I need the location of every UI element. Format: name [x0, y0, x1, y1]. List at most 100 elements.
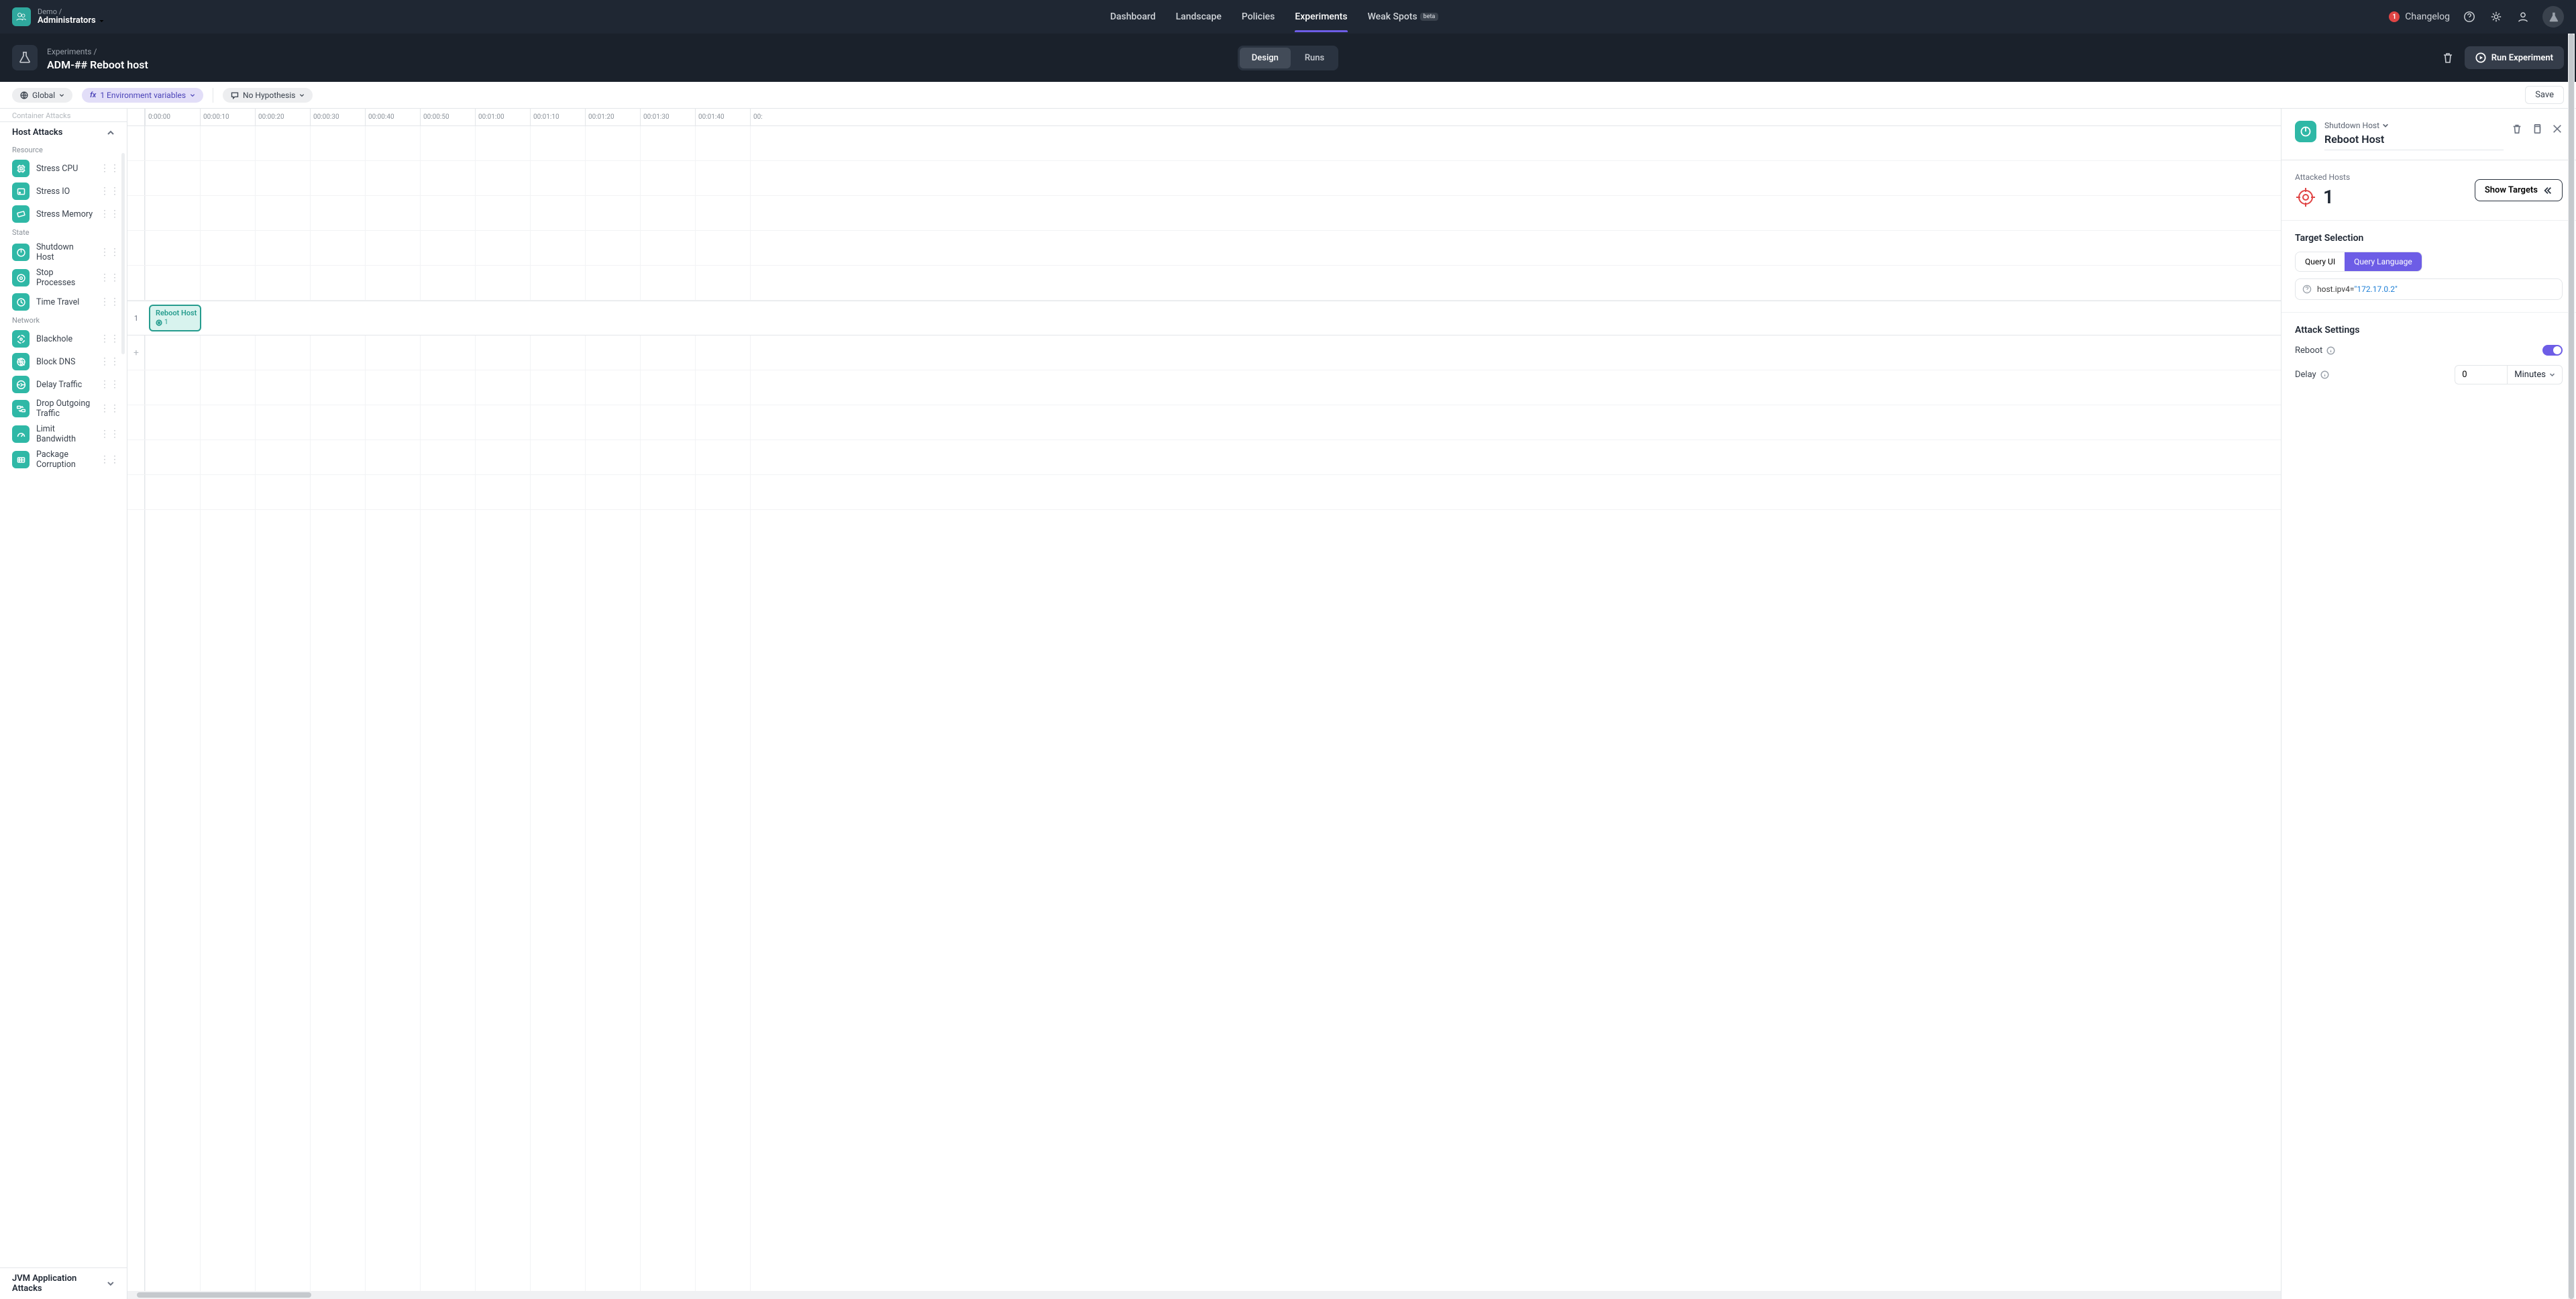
palette-item-label: Stress CPU	[36, 164, 93, 174]
panel-title[interactable]: Reboot Host	[2324, 133, 2504, 150]
nav-experiments[interactable]: Experiments	[1295, 1, 1347, 32]
fx-icon: fx	[90, 91, 96, 99]
section-host-attacks[interactable]: Host Attacks	[0, 121, 127, 143]
nav-dashboard[interactable]: Dashboard	[1110, 1, 1156, 32]
drag-handle-icon[interactable]: ⋮⋮	[100, 333, 120, 344]
copy-icon[interactable]	[2532, 123, 2542, 134]
timeline-tracks[interactable]: 1 + Reboot Host 1	[127, 126, 2281, 1291]
nav-policies[interactable]: Policies	[1242, 1, 1275, 32]
palette-item[interactable]: Block DNS⋮⋮	[0, 350, 127, 373]
drag-handle-icon[interactable]: ⋮⋮	[100, 186, 120, 197]
nav-weak-spots[interactable]: Weak Spotsbeta	[1368, 1, 1439, 32]
org-switcher[interactable]: Demo / Administrators	[12, 7, 160, 26]
ruler-tick: 00:01:00	[475, 109, 504, 125]
ruler-tick: 00:00:20	[255, 109, 284, 125]
corrupt-icon	[12, 451, 30, 468]
experiment-icon	[12, 45, 38, 70]
avatar[interactable]	[2542, 6, 2564, 28]
user-icon	[2517, 11, 2529, 23]
main-area: Container Attacks Host Attacks Resource …	[0, 109, 2576, 1299]
palette-item[interactable]: Stress IO⋮⋮	[0, 180, 127, 203]
profile-button[interactable]	[2516, 9, 2530, 24]
chevron-left-icon	[2543, 186, 2553, 195]
timeline-scrollbar[interactable]	[127, 1291, 2281, 1299]
run-experiment-button[interactable]: Run Experiment	[2465, 46, 2564, 69]
attacked-hosts-count: 1	[2323, 186, 2334, 208]
panel-type-selector[interactable]: Shutdown Host	[2324, 121, 2504, 130]
env-vars-chip[interactable]: fx 1 Environment variables	[82, 88, 203, 103]
palette-item[interactable]: Stop Processes⋮⋮	[0, 265, 127, 291]
palette-item[interactable]: Stress CPU ⋮⋮	[0, 157, 127, 180]
drag-handle-icon[interactable]: ⋮⋮	[100, 163, 120, 174]
tab-query-language[interactable]: Query Language	[2345, 252, 2422, 271]
show-targets-button[interactable]: Show Targets	[2475, 179, 2563, 201]
help-icon[interactable]	[2302, 284, 2312, 294]
drag-handle-icon[interactable]: ⋮⋮	[100, 209, 120, 219]
chat-icon	[231, 91, 239, 99]
ruler-tick: 00:00:50	[420, 109, 449, 125]
palette-item-label: Stress Memory	[36, 209, 93, 219]
target-icon	[156, 319, 162, 326]
palette-item-label: Shutdown Host	[36, 242, 93, 262]
drag-handle-icon[interactable]: ⋮⋮	[100, 379, 120, 390]
palette-item[interactable]: Blackhole ⋮⋮	[0, 327, 127, 350]
memory-icon	[12, 205, 30, 223]
palette-item-label: Package Corruption	[36, 450, 93, 470]
info-icon[interactable]	[2320, 370, 2329, 379]
palette-scrollbar[interactable]	[121, 113, 125, 1263]
drag-handle-icon[interactable]: ⋮⋮	[100, 272, 120, 283]
target-selection-heading: Target Selection	[2295, 233, 2563, 244]
tab-query-ui[interactable]: Query UI	[2296, 252, 2345, 271]
drag-handle-icon[interactable]: ⋮⋮	[100, 403, 120, 414]
section-container-attacks[interactable]: Container Attacks	[0, 109, 127, 121]
nav-landscape[interactable]: Landscape	[1176, 1, 1222, 32]
drag-handle-icon[interactable]: ⋮⋮	[100, 356, 120, 367]
gear-icon	[2490, 11, 2502, 23]
add-lane-button[interactable]: +	[127, 335, 145, 370]
save-button[interactable]: Save	[2525, 86, 2564, 104]
tab-design[interactable]: Design	[1240, 48, 1291, 68]
palette-item[interactable]: Package Corruption ⋮⋮	[0, 447, 127, 472]
hypothesis-chip[interactable]: No Hypothesis	[223, 88, 313, 103]
trash-icon[interactable]	[2512, 123, 2522, 134]
palette-item[interactable]: Limit Bandwidth⋮⋮	[0, 421, 127, 447]
delay-unit-select[interactable]: Minutes	[2507, 365, 2563, 384]
palette-item[interactable]: Shutdown Host ⋮⋮	[0, 240, 127, 265]
palette-item[interactable]: Time Travel⋮⋮	[0, 291, 127, 313]
ruler-tick: 00:	[750, 109, 763, 125]
palette-item-label: Blackhole	[36, 334, 93, 344]
palette-item[interactable]: Stress Memory ⋮⋮	[0, 203, 127, 225]
palette-item[interactable]: Drop Outgoing Traffic⋮⋮	[0, 396, 127, 421]
drop-icon	[12, 400, 30, 417]
query-input[interactable]: host.ipv4="172.17.0.2"	[2295, 278, 2563, 300]
attack-palette: Container Attacks Host Attacks Resource …	[0, 109, 127, 1299]
power-icon	[12, 244, 30, 261]
drag-handle-icon[interactable]: ⋮⋮	[100, 429, 120, 439]
ruler-tick: 00:01:20	[585, 109, 614, 125]
reboot-toggle[interactable]	[2542, 345, 2563, 356]
drag-handle-icon[interactable]: ⋮⋮	[100, 247, 120, 258]
reboot-label: Reboot	[2295, 346, 2322, 356]
drag-handle-icon[interactable]: ⋮⋮	[100, 454, 120, 465]
timeline: 0:00:0000:00:1000:00:2000:00:3000:00:400…	[127, 109, 2281, 1299]
experiment-header: Experiments / ADM-## Reboot host Design …	[0, 34, 2576, 82]
changelog-link[interactable]: 1 Changelog	[2389, 11, 2450, 22]
close-icon[interactable]	[2552, 123, 2563, 134]
blackhole-icon	[12, 330, 30, 348]
tab-runs[interactable]: Runs	[1293, 48, 1336, 68]
nav-tabs: Dashboard Landscape Policies Experiments…	[160, 1, 2389, 32]
drag-handle-icon[interactable]: ⋮⋮	[100, 297, 120, 307]
breadcrumb[interactable]: Experiments /	[47, 47, 97, 56]
help-button[interactable]	[2462, 9, 2477, 24]
page-scrollbar[interactable]	[2568, 34, 2575, 1299]
scope-chip[interactable]: Global	[12, 88, 72, 103]
timeline-block-reboot-host[interactable]: Reboot Host 1	[149, 305, 201, 331]
org-name: Administrators	[38, 16, 96, 25]
settings-button[interactable]	[2489, 9, 2504, 24]
info-icon[interactable]	[2326, 346, 2335, 355]
section-jvm-attacks[interactable]: JVM Application Attacks	[0, 1268, 127, 1299]
beta-badge: beta	[1420, 13, 1439, 21]
delete-button[interactable]	[2440, 50, 2455, 65]
delay-input[interactable]	[2455, 365, 2507, 384]
palette-item[interactable]: Delay Traffic⋮⋮	[0, 373, 127, 396]
